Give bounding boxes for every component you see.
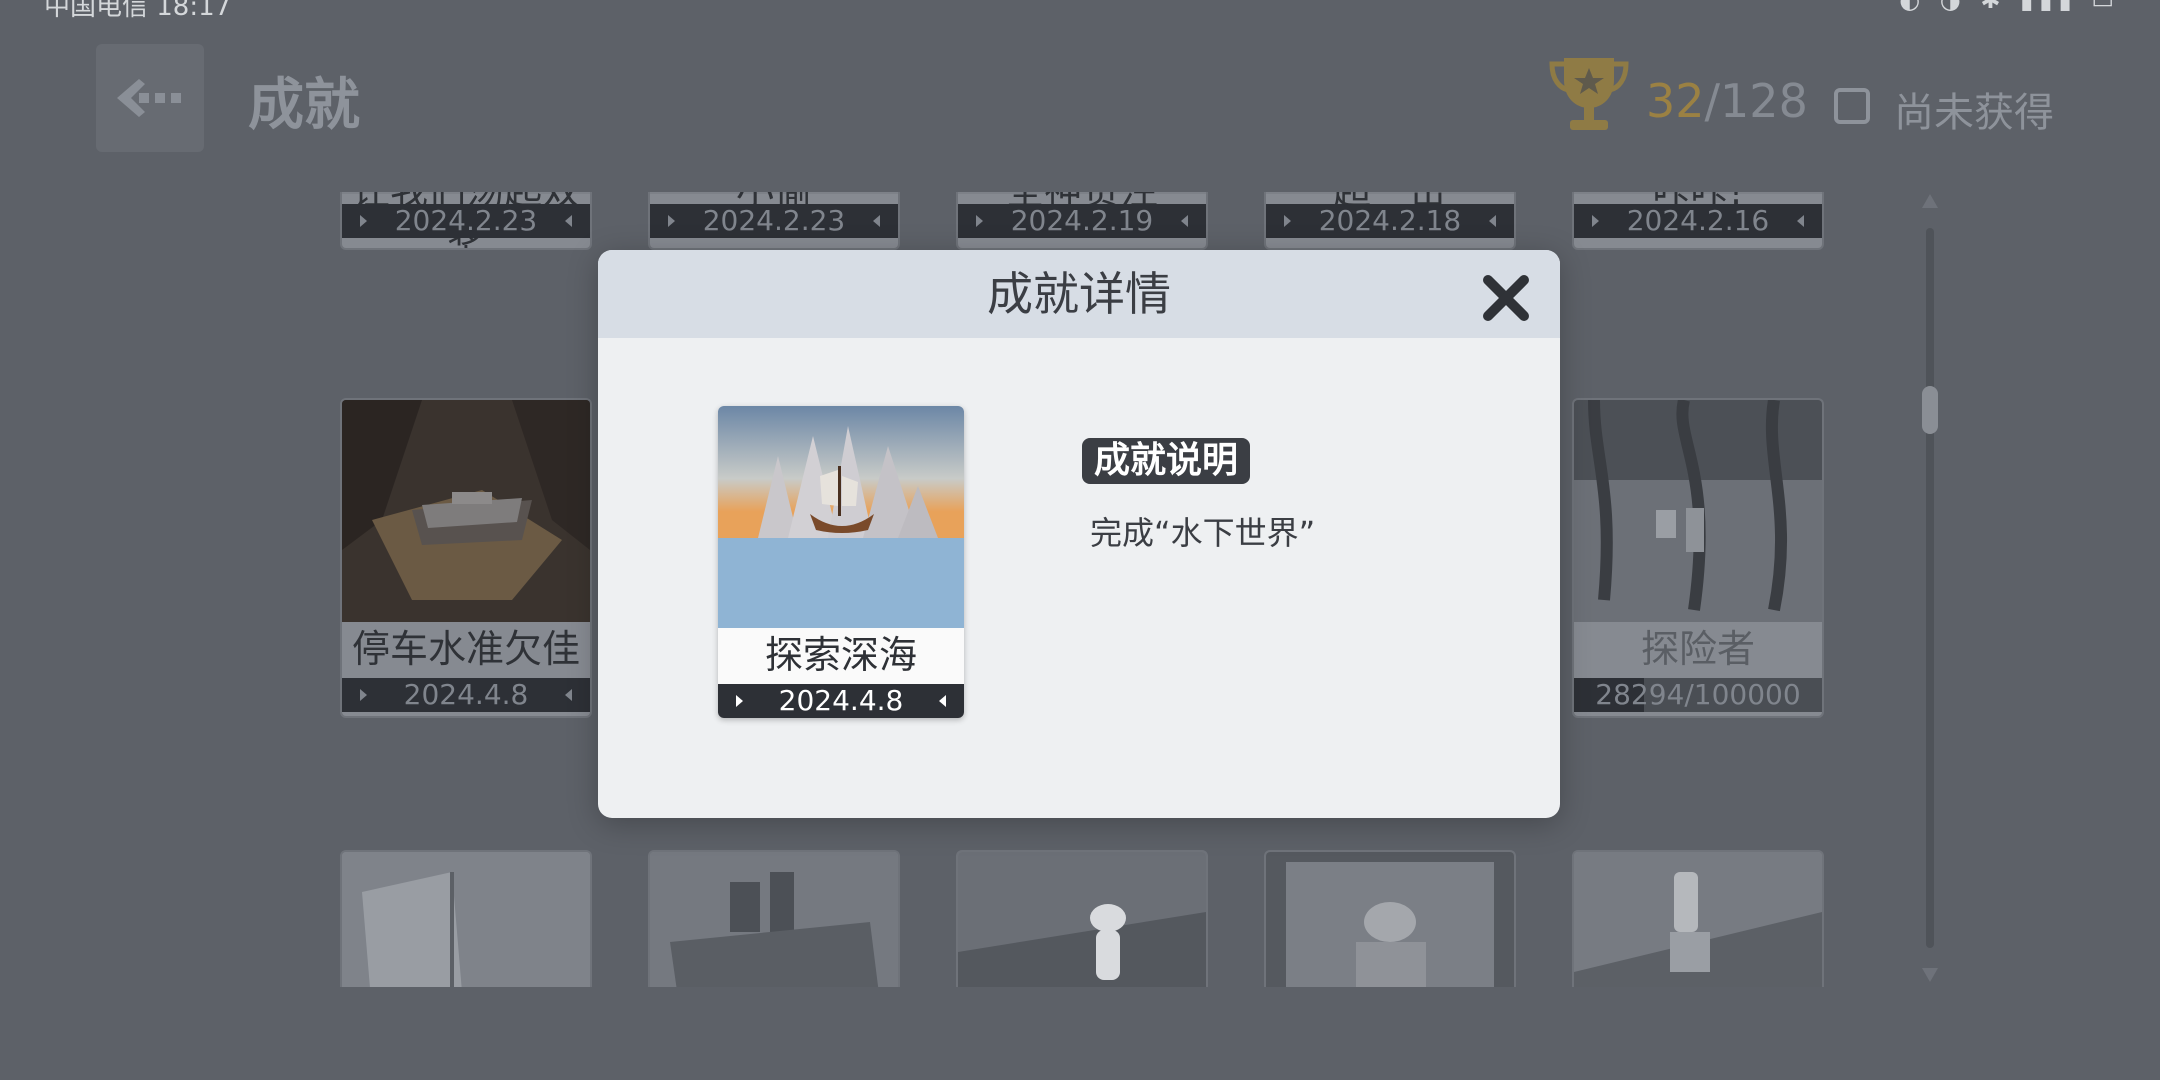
scrollbar-track[interactable] — [1926, 228, 1934, 948]
achievement-progress: 28294/100000 — [1574, 678, 1822, 712]
achievement-card[interactable]: 全神贯注 2024.2.19 — [956, 192, 1208, 250]
achievement-card[interactable]: 让我们荡起双桨 2024.2.23 — [340, 192, 592, 250]
achievement-card[interactable]: 咔咔! 2024.2.16 — [1572, 192, 1824, 250]
achievement-card[interactable] — [648, 850, 900, 987]
achievement-thumbnail — [1574, 852, 1822, 987]
achievement-thumbnail — [650, 852, 898, 987]
status-bar: 中国电信 18:17 ◐ ◑ ✱ ▮▮▮ ▭ — [0, 0, 2160, 22]
achievement-name: 探险者 — [1640, 627, 1755, 671]
achievement-date: 2024.2.23 — [650, 204, 898, 238]
scrollbar-thumb[interactable] — [1922, 386, 1938, 434]
achievement-card[interactable]: 探险者 28294/100000 — [1572, 398, 1824, 718]
description-label: 成就说明 — [1082, 438, 1251, 484]
achievement-thumbnail — [1574, 400, 1822, 622]
trophy-icon — [1549, 58, 1629, 130]
not-obtained-checkbox[interactable] — [1834, 88, 1870, 124]
scroll-down-icon[interactable] — [1922, 968, 1938, 982]
close-icon[interactable] — [1478, 270, 1534, 326]
achievement-name: 停车水准欠佳 — [351, 627, 580, 671]
achievement-count: 32/128 — [1646, 74, 1808, 128]
achievement-card[interactable]: 停车水准欠佳 2024.4.8 — [340, 398, 592, 718]
achievement-date: 2024.4.8 — [342, 678, 590, 712]
detail-achievement-name: 探索深海 — [764, 633, 917, 677]
achievement-date: 2024.2.19 — [958, 204, 1206, 238]
achievement-card[interactable]: 超一击 2024.2.18 — [1264, 192, 1516, 250]
status-icons: ◐ ◑ ✱ ▮▮▮ ▭ — [1899, 0, 2120, 14]
achievement-date: 2024.2.16 — [1574, 204, 1822, 238]
achievement-thumbnail — [342, 400, 590, 622]
achievement-card[interactable] — [1572, 850, 1824, 987]
achievement-thumbnail — [958, 852, 1206, 987]
achievement-date: 2024.2.18 — [1266, 204, 1514, 238]
achievement-card[interactable] — [340, 850, 592, 987]
achievement-thumbnail — [1266, 852, 1514, 987]
dialog-title: 成就详情 — [598, 250, 1560, 338]
detail-thumbnail — [718, 406, 964, 628]
detail-achievement-date: 2024.4.8 — [718, 684, 964, 718]
detail-achievement-card: 探索深海 2024.4.8 — [718, 406, 964, 718]
achievement-detail-dialog: 成就详情 探索深海 2024.4.8 成就说明 完成“水下世界” — [598, 250, 1560, 818]
description-text: 完成“水下世界” — [1090, 514, 1316, 552]
page-title: 成就 — [248, 73, 360, 138]
back-button[interactable] — [96, 44, 204, 152]
achievement-card[interactable] — [1264, 850, 1516, 987]
total-count: /128 — [1704, 74, 1808, 128]
achievement-thumbnail — [342, 852, 590, 987]
status-carrier-time: 中国电信 18:17 — [44, 0, 232, 22]
not-obtained-label: 尚未获得 — [1894, 90, 2054, 136]
achievement-card[interactable] — [956, 850, 1208, 987]
earned-count: 32 — [1646, 74, 1705, 128]
scroll-up-icon[interactable] — [1922, 194, 1938, 208]
achievement-card[interactable]: 小偷 2024.2.23 — [648, 192, 900, 250]
back-icon — [117, 79, 181, 117]
achievement-date: 2024.2.23 — [342, 204, 590, 238]
